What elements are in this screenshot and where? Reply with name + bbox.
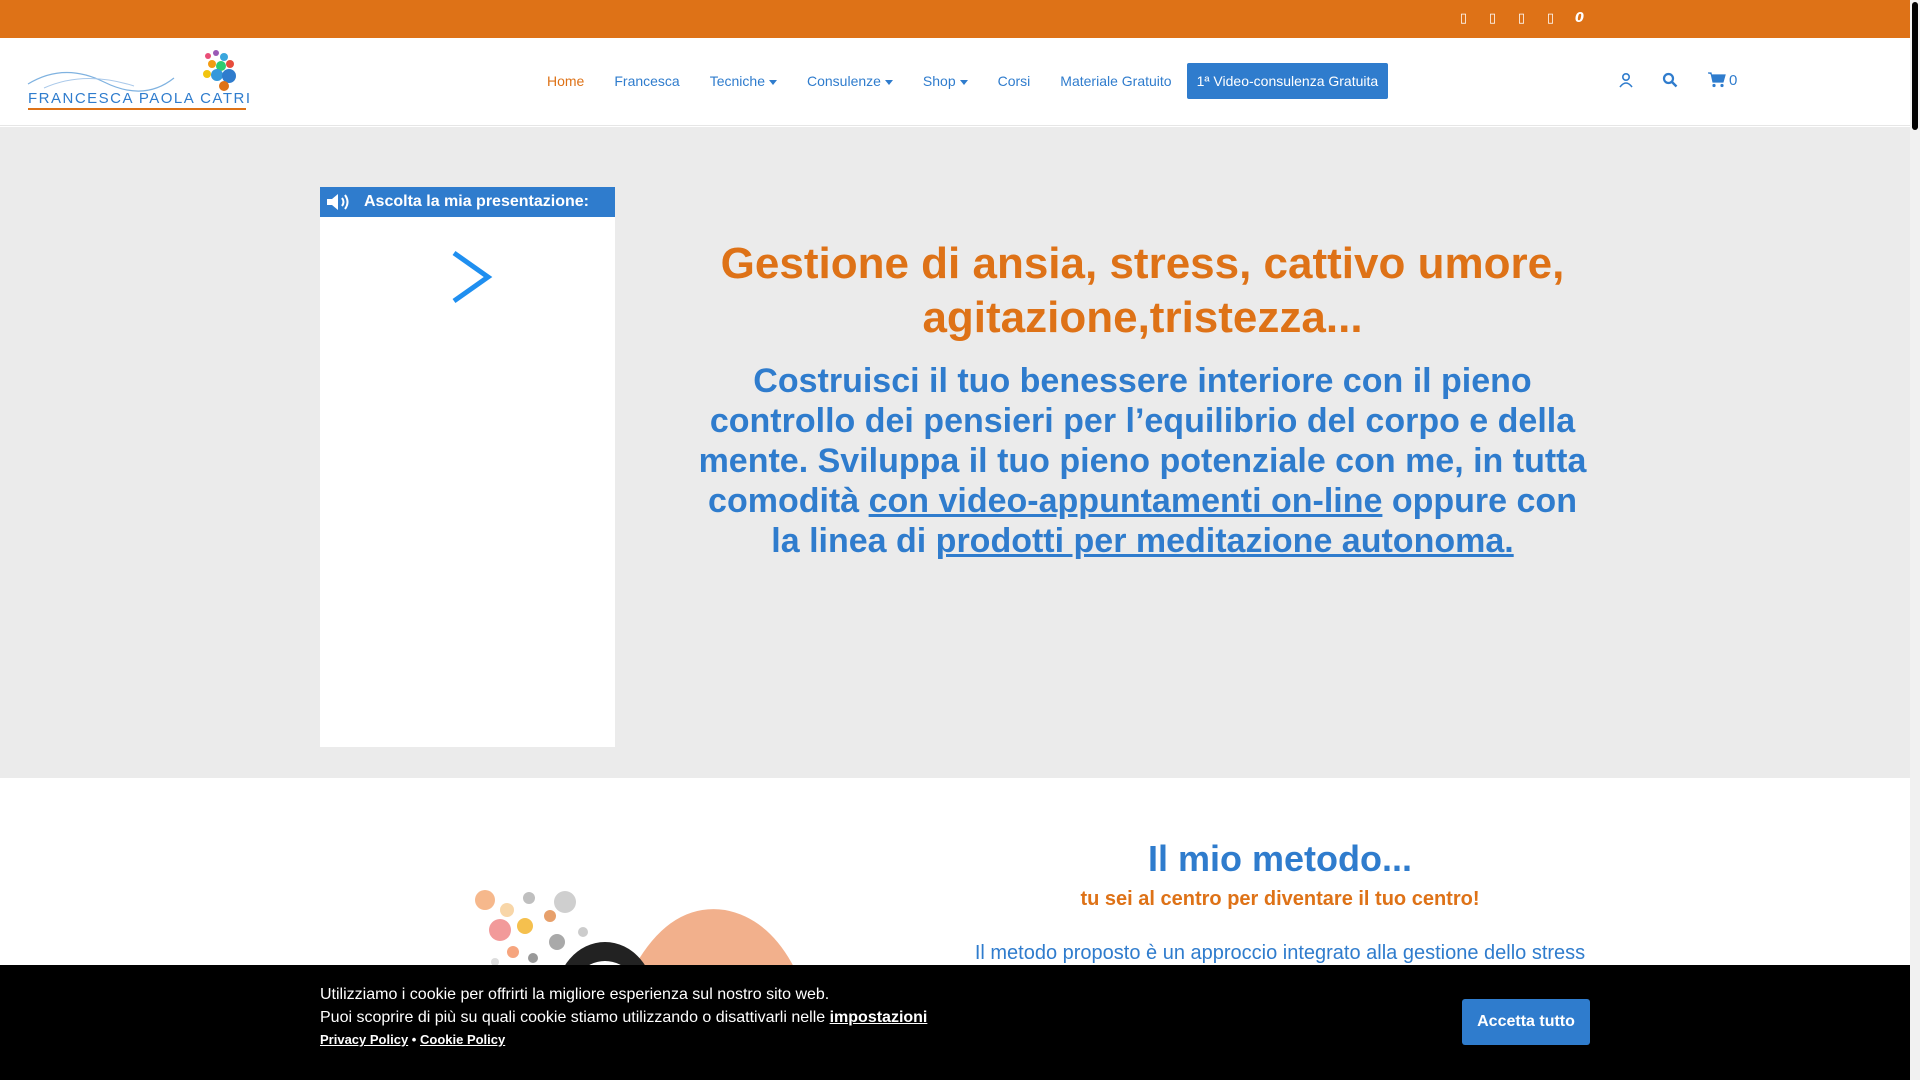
scrollbar[interactable] (1910, 0, 1920, 1080)
speaker-icon (327, 194, 349, 210)
nav-corsi[interactable]: Corsi (983, 63, 1046, 99)
hero-title: Gestione di ansia, stress, cattivo umore… (720, 239, 1565, 342)
cookie-line-2-text: Puoi scoprire di più su quali cookie sti… (320, 1009, 830, 1026)
cookie-policy-links: Privacy Policy • Cookie Policy (320, 1032, 505, 1047)
free-video-consultation-button[interactable]: 1ª Video-consulenza Gratuita (1186, 63, 1389, 99)
scrollbar-thumb[interactable] (1912, 2, 1918, 130)
social-icon-4[interactable]: ▯ (1545, 12, 1556, 26)
nav-consulenze-label: Consulenze (806, 73, 881, 89)
link-separator: • (411, 1032, 417, 1047)
audio-header: Ascolta la mia presentazione: (320, 187, 615, 217)
nav-home[interactable]: Home (532, 63, 599, 99)
nav-shop[interactable]: Shop (908, 63, 983, 99)
nav-materiale-gratuito[interactable]: Materiale Gratuito (1045, 63, 1186, 99)
search-icon[interactable] (1658, 68, 1682, 92)
cookie-line-2: Puoi scoprire di più su quali cookie sti… (320, 1006, 927, 1029)
nav-francesca[interactable]: Francesca (599, 63, 694, 99)
cart-button[interactable]: 0 (1708, 72, 1737, 89)
social-icon-1[interactable]: ▯ (1458, 12, 1469, 26)
audio-player: Ascolta la mia presentazione: (320, 187, 615, 747)
cookie-text: Utilizziamo i cookie per offrirti la mig… (320, 983, 927, 1029)
hero-text: Gestione di ansia, stress, cattivo umore… (690, 237, 1595, 561)
nav-icons: 0 (1614, 68, 1737, 92)
cookie-policy-link[interactable]: Cookie Policy (420, 1032, 505, 1047)
main-navbar: FRANCESCA PAOLA CATRINI Home Francesca T… (0, 38, 1910, 126)
nav-tecniche[interactable]: Tecniche (695, 63, 792, 99)
method-title: Il mio metodo... (1147, 838, 1412, 879)
user-icon[interactable] (1614, 68, 1638, 92)
method-section: Il mio metodo... tu sei al centro per di… (960, 838, 1600, 965)
hero-subtitle: Costruisci il tuo benessere interiore co… (690, 361, 1595, 561)
social-icon-2[interactable]: ▯ (1487, 12, 1498, 26)
cookie-settings-link[interactable]: impostazioni (830, 1009, 928, 1026)
cart-icon (1708, 72, 1726, 88)
top-bar: ▯ ▯ ▯ ▯ 0 (0, 0, 1910, 38)
caret-down-icon (959, 79, 968, 85)
nav-tecniche-label: Tecniche (709, 73, 765, 89)
social-links: ▯ ▯ ▯ ▯ 0 (1458, 12, 1585, 26)
caret-down-icon (768, 79, 777, 85)
accept-all-button[interactable]: Accetta tutto (1462, 999, 1590, 1045)
privacy-policy-link[interactable]: Privacy Policy (320, 1032, 408, 1047)
social-icon-5[interactable]: 0 (1574, 12, 1585, 26)
method-tagline: tu sei al centro per diventare il tuo ce… (1080, 888, 1480, 910)
cart-count: 0 (1729, 71, 1738, 89)
cookie-line-1: Utilizziamo i cookie per offrirti la mig… (320, 986, 830, 1003)
caret-down-icon (884, 79, 893, 85)
main-menu: Home Francesca Tecniche Consulenze Shop … (532, 63, 1389, 99)
meditation-products-link[interactable]: prodotti per meditazione autonoma. (936, 522, 1514, 560)
cookie-banner: Utilizziamo i cookie per offrirti la mig… (0, 965, 1910, 1080)
video-appointments-link[interactable]: con video-appuntamenti on-line (869, 482, 1383, 520)
site-logo[interactable]: FRANCESCA PAOLA CATRINI (24, 48, 250, 118)
logo-text: FRANCESCA PAOLA CATRINI (28, 90, 250, 107)
method-body: Il metodo proposto è un approccio integr… (974, 942, 1586, 964)
nav-shop-label: Shop (922, 73, 956, 89)
hero-section: Ascolta la mia presentazione: Gestione d… (0, 127, 1910, 778)
page: ▯ ▯ ▯ ▯ 0 FRANCESCA PAOLA CATRINI Home F… (0, 0, 1920, 1080)
play-icon[interactable] (448, 249, 494, 305)
nav-consulenze[interactable]: Consulenze (792, 63, 908, 99)
social-icon-3[interactable]: ▯ (1516, 12, 1527, 26)
audio-label: Ascolta la mia presentazione: (364, 193, 589, 210)
